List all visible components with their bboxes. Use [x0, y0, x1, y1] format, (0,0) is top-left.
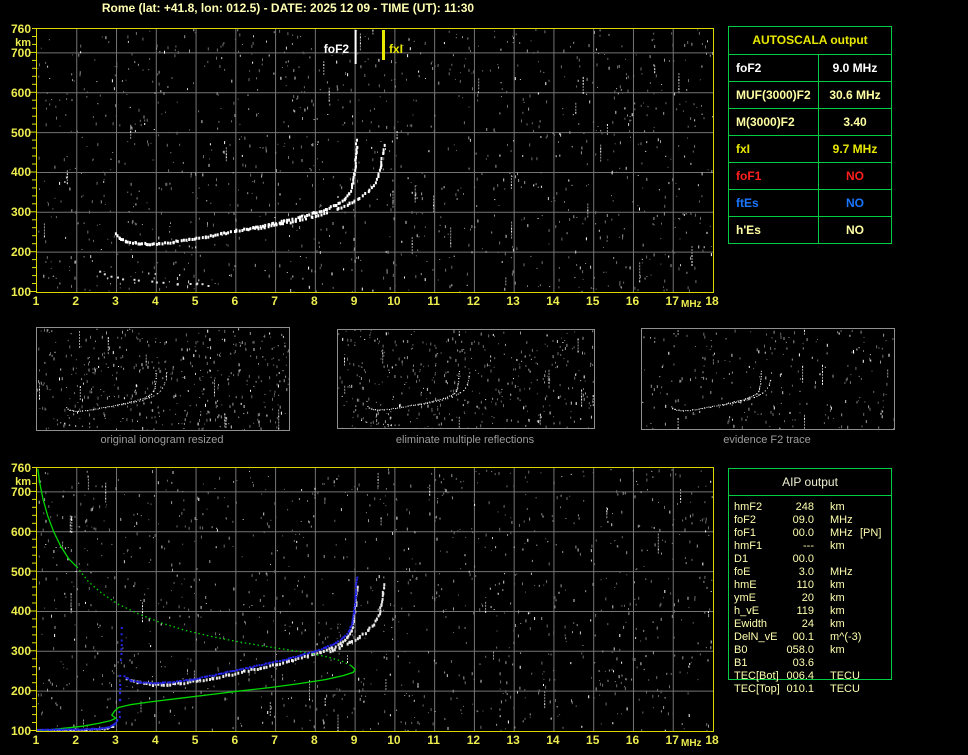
x-tick-label: 2 [72, 294, 80, 308]
bottom-profile-plot [36, 467, 714, 732]
y-axis-unit: km [15, 37, 31, 49]
table-row: TEC[Bot] 006.4 TECU [734, 670, 860, 682]
table-row: TEC[Top] 010.1 TECU [734, 683, 860, 695]
x-tick-label: 18 [705, 733, 719, 747]
table-row: ftEs NO [729, 190, 891, 217]
svg-text:fxI: fxI [389, 42, 403, 56]
y-tick-label: 400 [10, 165, 31, 180]
x-tick-label: 7 [271, 294, 278, 308]
y-tick-label: 600 [10, 524, 31, 539]
table-row: foF2 9.0 MHz [729, 55, 891, 82]
x-tick-label: 15 [586, 294, 600, 308]
x-tick-label: 18 [705, 294, 719, 308]
y-tick-label: 760 [10, 461, 31, 475]
x-tick-label: 12 [466, 294, 481, 308]
y-tick-label: 200 [10, 245, 31, 260]
table-row: ymE 20 km [734, 592, 845, 604]
x-tick-label: 3 [112, 733, 119, 747]
x-axis-unit: MHz [681, 738, 702, 749]
y-axis-unit: km [15, 476, 31, 488]
y-tick-label: 300 [10, 205, 31, 220]
table-row: foF1 00.0 MHz [PN] [734, 527, 882, 539]
x-tick-label: 13 [506, 294, 520, 308]
x-tick-label: 16 [625, 733, 640, 747]
table-row: Ewidth 24 km [734, 618, 845, 630]
table-row: foE 3.0 MHz [734, 566, 853, 578]
x-tick-label: 3 [112, 294, 119, 308]
x-tick-label: 8 [311, 294, 318, 308]
x-tick-label: 12 [466, 733, 481, 747]
y-tick-label: 500 [10, 125, 31, 140]
x-axis-unit: MHz [681, 299, 702, 310]
svg-text:foF2: foF2 [324, 42, 350, 56]
x-tick-label: 5 [191, 733, 199, 747]
autoscala-table-title: AUTOSCALA output [729, 27, 891, 55]
table-row: fxI 9.7 MHz [729, 136, 891, 163]
x-tick-label: 14 [546, 294, 560, 308]
x-tick-label: 13 [506, 733, 520, 747]
table-row: MUF(3000)F2 30.6 MHz [729, 82, 891, 109]
thumbnail-caption: eliminate multiple reflections [395, 434, 535, 446]
autoscala-window: Rome (lat: +41.8, lon: 012.5) - DATE: 20… [0, 0, 968, 755]
thumbnail-eliminate-reflections [337, 329, 595, 431]
y-tick-label: 100 [10, 724, 31, 738]
x-tick-label: 4 [151, 733, 159, 747]
aip-table-title: AIP output [729, 469, 891, 496]
table-row: h'Es NO [729, 217, 891, 243]
y-tick-label: 100 [10, 285, 31, 299]
x-tick-label: 4 [151, 294, 159, 308]
table-row: hmF1 --- km [734, 540, 845, 552]
x-tick-label: 8 [311, 733, 318, 747]
thumbnail-caption: original ionogram resized [100, 434, 224, 446]
table-row: hmF2 248 km [734, 501, 845, 513]
thumbnail-caption: evidence F2 trace [723, 434, 811, 446]
table-row: B0 058.0 km [734, 644, 845, 656]
x-tick-label: 10 [387, 294, 401, 308]
x-tick-label: 11 [427, 733, 440, 747]
y-tick-label: 200 [10, 684, 31, 699]
table-row: foF1 NO [729, 163, 891, 190]
table-row: M(3000)F2 3.40 [729, 109, 891, 136]
x-tick-label: 9 [350, 294, 358, 308]
y-tick-label: 400 [10, 604, 31, 619]
x-tick-label: 6 [231, 733, 239, 747]
table-row: B1 03.6 [734, 657, 814, 669]
table-row: h_vE 119 km [734, 605, 845, 617]
x-tick-label: 14 [546, 733, 560, 747]
y-tick-label: 300 [10, 644, 31, 659]
x-tick-label: 7 [271, 733, 278, 747]
thumbnail-evidence-f2-trace [641, 328, 895, 432]
y-tick-label: 600 [10, 85, 31, 100]
table-row: DelN_vE 00.1 m^(-3) [734, 631, 862, 643]
table-row: hmE 110 km [734, 579, 845, 591]
x-tick-label: 16 [625, 294, 640, 308]
x-tick-label: 9 [350, 733, 358, 747]
x-tick-label: 10 [387, 733, 401, 747]
thumbnail-original-ionogram [36, 327, 290, 433]
aip-rows: hmF2 248 km foF2 09.0 MHz foF1 00.0 MHz [PN] hm… [729, 501, 891, 696]
aip-output-table: AIP output hmF2 248 km foF2 09.0 MHz foF1 00.… [728, 468, 892, 695]
top-ionogram-plot: foF2 fxI [36, 28, 714, 293]
x-tick-label: 2 [72, 733, 80, 747]
x-tick-label: 15 [586, 733, 600, 747]
table-row: foF2 09.0 MHz [734, 514, 853, 526]
x-tick-label: 5 [191, 294, 199, 308]
y-tick-label: 500 [10, 564, 31, 579]
y-tick-label: 760 [10, 22, 31, 36]
table-row: D1 00.0 [734, 553, 814, 565]
x-tick-label: 6 [231, 294, 239, 308]
x-tick-label: 11 [427, 294, 440, 308]
autoscala-output-table: AUTOSCALA output foF2 9.0 MHz MUF(3000)F… [728, 26, 892, 244]
station-title: Rome (lat: +41.8, lon: 012.5) - DATE: 20… [101, 1, 475, 15]
